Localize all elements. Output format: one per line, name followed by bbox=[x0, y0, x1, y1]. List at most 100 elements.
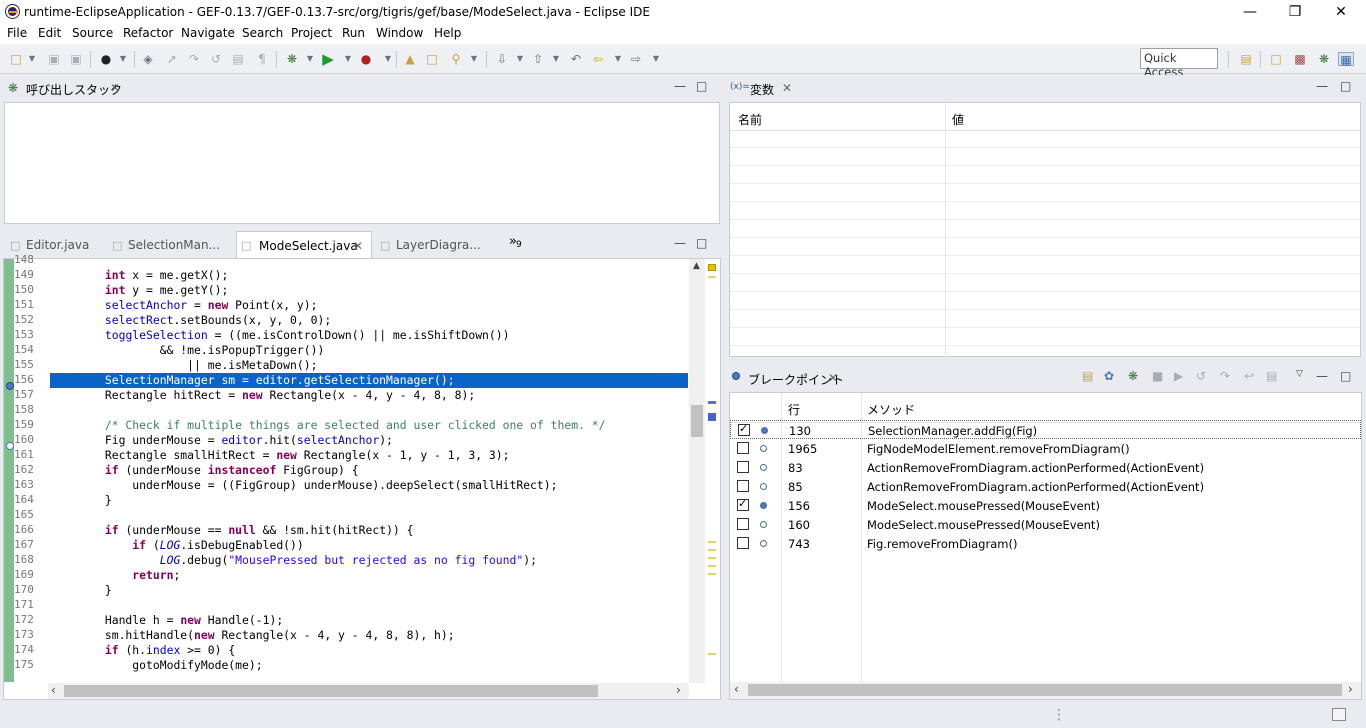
active-tab[interactable]: □ ModeSelect.java ✕ bbox=[236, 231, 372, 259]
previous-annotation-dropdown-icon[interactable]: ▼ bbox=[548, 52, 564, 66]
menu-help[interactable]: Help bbox=[434, 26, 461, 40]
code-line[interactable] bbox=[50, 259, 688, 268]
close-icon[interactable]: ✕ bbox=[782, 81, 792, 95]
next-annotation-icon[interactable]: ⇩ bbox=[494, 52, 510, 66]
occurrence-marker[interactable] bbox=[708, 401, 716, 404]
new-dropdown-icon[interactable]: ▼ bbox=[24, 52, 40, 66]
code-line[interactable] bbox=[50, 508, 688, 523]
scroll-left-icon[interactable]: ‹ bbox=[51, 683, 56, 697]
code-line[interactable]: if (LOG.isDebugEnabled()) bbox=[50, 538, 688, 553]
code-line[interactable]: && !me.isPopupTrigger()) bbox=[50, 343, 688, 358]
menu-file[interactable]: File bbox=[7, 26, 27, 40]
code-line[interactable]: selectAnchor = new Point(x, y); bbox=[50, 298, 688, 313]
editor-vertical-scrollbar[interactable]: ▲ bbox=[689, 259, 705, 683]
breakpoints-table[interactable]: 行 メソッド 130SelectionManager.addFig(Fig)19… bbox=[729, 392, 1362, 700]
column-line-header[interactable]: 行 bbox=[788, 401, 800, 418]
debug-perspective-icon[interactable]: ❋ bbox=[1316, 52, 1332, 66]
menu-project[interactable]: Project bbox=[291, 26, 332, 40]
breakpoint-enabled-checkbox[interactable] bbox=[737, 518, 749, 530]
resume-icon[interactable]: ▶ bbox=[1174, 369, 1183, 383]
code-line[interactable]: Handle h = new Handle(-1); bbox=[50, 613, 688, 628]
maximize-view-icon[interactable]: □ bbox=[1340, 369, 1351, 383]
run-dropdown-icon[interactable]: ▼ bbox=[340, 52, 356, 66]
code-line[interactable]: gotoModifyMode(me); bbox=[50, 658, 688, 673]
maximize-view-icon[interactable]: □ bbox=[1340, 79, 1351, 93]
tab-layerdiagram-java[interactable]: LayerDiagra... bbox=[396, 238, 481, 252]
step-into-icon[interactable]: ↺ bbox=[1196, 369, 1206, 383]
menu-source[interactable]: Source bbox=[72, 26, 113, 40]
maximize-editor-icon[interactable]: □ bbox=[696, 236, 707, 250]
table-row[interactable]: 83 ActionRemoveFromDiagram.actionPerforme… bbox=[730, 458, 1361, 477]
code-line[interactable]: toggleSelection = ((me.isControlDown() |… bbox=[50, 328, 688, 343]
skip-breakpoints-icon[interactable]: ◈ bbox=[140, 52, 156, 66]
close-icon[interactable]: ✕ bbox=[828, 371, 838, 385]
breakpoint-enabled-checkbox[interactable] bbox=[737, 461, 749, 473]
code-line[interactable]: if (h.index >= 0) { bbox=[50, 643, 688, 658]
code-line[interactable]: Rectangle hitRect = new Rectangle(x - 4,… bbox=[50, 388, 688, 403]
table-row[interactable]: 156 ModeSelect.mousePressed(MouseEvent) bbox=[730, 496, 1361, 515]
search-dropdown-icon[interactable]: ▼ bbox=[466, 52, 482, 66]
breakpoint-enabled-checkbox[interactable] bbox=[738, 422, 750, 436]
run-icon[interactable]: ▶ bbox=[320, 52, 336, 67]
table-row[interactable]: 160 ModeSelect.mousePressed(MouseEvent) bbox=[730, 515, 1361, 534]
column-method-header[interactable]: メソッド bbox=[867, 401, 915, 418]
menu-search[interactable]: Search bbox=[242, 26, 283, 40]
table-row[interactable]: 1965 FigNodeModelElement.removeFromDiagra… bbox=[730, 439, 1361, 458]
code-line[interactable]: Fig underMouse = editor.hit(selectAnchor… bbox=[50, 433, 688, 448]
back-dropdown-icon[interactable]: ▼ bbox=[610, 52, 626, 66]
maximize-button[interactable]: ❐ bbox=[1283, 3, 1307, 21]
scroll-right-icon[interactable]: › bbox=[676, 683, 681, 697]
code-line[interactable]: int y = me.getY(); bbox=[50, 283, 688, 298]
breakpoint-enabled-checkbox[interactable] bbox=[737, 497, 749, 511]
occurrence-marker[interactable] bbox=[708, 549, 716, 551]
toggle-block-icon[interactable]: ▤ bbox=[230, 52, 246, 66]
selected-code-line[interactable]: SelectionManager sm = editor.getSelectio… bbox=[50, 373, 688, 388]
breakpoint-enabled-checkbox[interactable] bbox=[737, 480, 749, 492]
quick-access-input[interactable]: Quick Access bbox=[1140, 48, 1218, 79]
open-type-icon[interactable]: □ bbox=[424, 52, 440, 66]
selection-marker[interactable] bbox=[708, 413, 716, 421]
code-line[interactable]: selectRect.setBounds(x, y, 0, 0); bbox=[50, 313, 688, 328]
code-line[interactable]: || me.isMetaDown(); bbox=[50, 358, 688, 373]
save-icon[interactable]: ▣ bbox=[46, 52, 62, 66]
editor-horizontal-scrollbar[interactable]: ‹ › bbox=[48, 683, 689, 699]
breakpoint-icon[interactable] bbox=[6, 382, 14, 390]
table-row[interactable]: 130 SelectionManager.addFig(Fig) bbox=[730, 420, 1361, 439]
scroll-up-icon[interactable]: ▲ bbox=[693, 261, 700, 271]
open-folder-icon[interactable]: ▤ bbox=[1082, 369, 1093, 383]
maximize-view-icon[interactable]: □ bbox=[696, 79, 707, 93]
heap-status-icon[interactable] bbox=[1332, 708, 1346, 721]
new-java-project-icon[interactable]: ▲ bbox=[402, 52, 418, 66]
callstack-view-title[interactable]: 呼び出しスタック bbox=[26, 81, 122, 98]
breakpoint-enabled-checkbox[interactable] bbox=[737, 537, 749, 549]
code-line[interactable]: } bbox=[50, 493, 688, 508]
menu-edit[interactable]: Edit bbox=[38, 26, 61, 40]
show-whitespace-icon[interactable]: ¶ bbox=[254, 52, 270, 66]
terminate-icon[interactable]: ■ bbox=[1152, 369, 1163, 383]
last-edit-location-icon[interactable]: ↶ bbox=[568, 52, 584, 66]
column-name-header[interactable]: 名前 bbox=[738, 111, 762, 128]
menu-refactor[interactable]: Refactor bbox=[123, 26, 173, 40]
code-line[interactable]: LOG.debug("MousePressed but rejected as … bbox=[50, 553, 688, 568]
use-step-filters-icon[interactable]: ↺ bbox=[208, 52, 224, 66]
menu-navigate[interactable]: Navigate bbox=[181, 26, 235, 40]
horizontal-scroll-thumb[interactable] bbox=[748, 684, 1342, 696]
close-icon[interactable]: ✕ bbox=[110, 81, 120, 95]
next-annotation-dropdown-icon[interactable]: ▼ bbox=[512, 52, 528, 66]
breakpoint-enabled-checkbox[interactable] bbox=[737, 442, 749, 454]
external-tools-icon[interactable]: ● bbox=[358, 52, 374, 66]
vertical-scroll-thumb[interactable] bbox=[691, 405, 703, 437]
tab-selectionmanager-java[interactable]: SelectionMan... bbox=[128, 238, 220, 252]
minimize-view-icon[interactable]: — bbox=[674, 79, 686, 93]
code-line[interactable]: if (underMouse == null && !sm.hit(hitRec… bbox=[50, 523, 688, 538]
code-line[interactable]: /* Check if multiple things are selected… bbox=[50, 418, 688, 433]
menu-run[interactable]: Run bbox=[342, 26, 365, 40]
save-all-icon[interactable]: ▣ bbox=[68, 52, 84, 66]
step-over-icon[interactable]: ↷ bbox=[186, 52, 202, 66]
tab-modeselect-java[interactable]: ModeSelect.java bbox=[259, 239, 358, 253]
open-perspective-button-icon[interactable]: ▤ bbox=[1238, 52, 1254, 66]
forward-icon[interactable]: ⇨ bbox=[628, 52, 644, 66]
occurrence-marker[interactable] bbox=[708, 276, 716, 278]
back-icon[interactable]: ⇦ bbox=[590, 52, 606, 66]
minimize-editor-icon[interactable]: — bbox=[674, 236, 686, 250]
